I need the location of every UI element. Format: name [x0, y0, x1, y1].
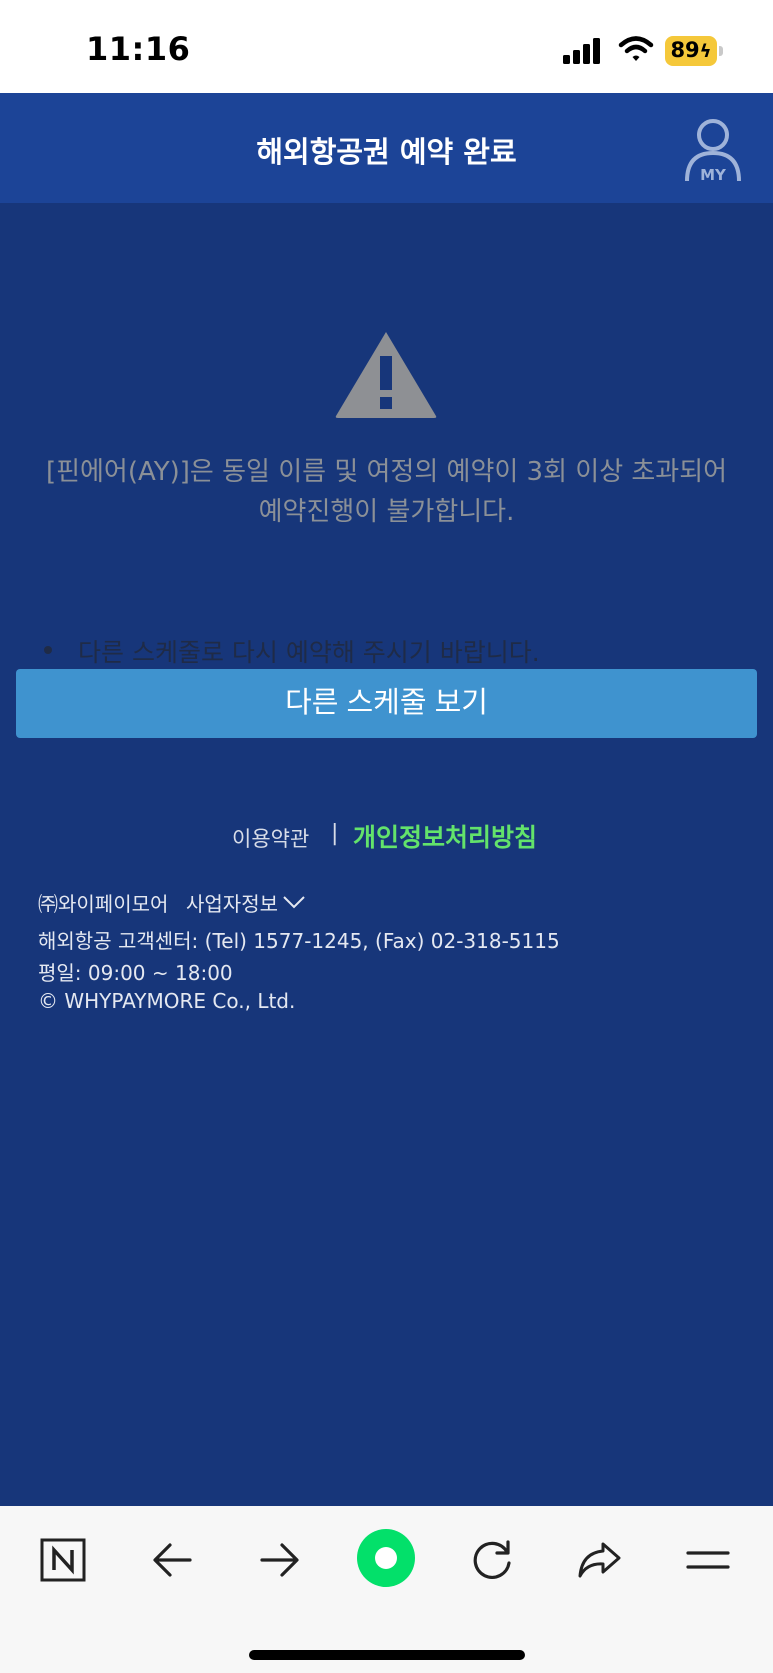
share-icon[interactable] — [575, 1536, 623, 1584]
business-hours: 평일: 09:00 ~ 18:00 — [38, 961, 233, 985]
my-label: MY — [700, 166, 727, 184]
terms-link[interactable]: 이용약관 — [232, 823, 309, 853]
battery-percent: 89 — [670, 38, 700, 62]
browser-toolbar — [0, 1506, 773, 1673]
cellular-signal-icon — [563, 38, 600, 64]
warning-icon — [335, 332, 437, 418]
error-message: [핀에어(AY)]은 동일 이름 및 여정의 예약이 3회 이상 초과되어 예약… — [45, 457, 728, 527]
privacy-policy-link[interactable]: 개인정보처리방침 — [353, 818, 537, 854]
hint-row: 다른 스케줄로 다시 예약해 주시기 바랍니다. — [42, 630, 732, 670]
charging-bolt-icon: ϟ — [699, 41, 712, 62]
page-header: 해외항공권 예약 완료 MY — [0, 93, 773, 203]
customer-center-contact: 해외항공 고객센터: (Tel) 1577-1245, (Fax) 02-318… — [38, 929, 560, 953]
wifi-icon — [618, 36, 654, 61]
business-info-toggle[interactable]: 사업자정보 — [186, 888, 278, 917]
status-bar: 11:16 89ϟ — [0, 0, 773, 93]
bullet-icon — [44, 646, 52, 654]
menu-icon[interactable] — [684, 1536, 732, 1584]
battery-indicator: 89ϟ — [665, 36, 723, 66]
back-arrow-icon[interactable] — [148, 1536, 196, 1584]
status-time: 11:16 — [86, 30, 191, 68]
page-title: 해외항공권 예약 완료 — [256, 135, 517, 169]
forward-arrow-icon[interactable] — [256, 1536, 304, 1584]
chevron-down-icon[interactable] — [282, 894, 306, 910]
company-row: ㈜와이페이모어 사업자정보 — [38, 888, 338, 920]
green-dot-icon[interactable] — [356, 1528, 416, 1588]
battery-cap — [719, 46, 723, 56]
hint-text: 다른 스케줄로 다시 예약해 주시기 바랍니다. — [78, 638, 540, 667]
my-account-icon[interactable]: MY — [682, 113, 744, 185]
naver-home-icon[interactable] — [39, 1536, 87, 1584]
home-indicator — [249, 1650, 525, 1660]
footer-divider: | — [331, 821, 339, 846]
company-name: ㈜와이페이모어 — [38, 892, 169, 916]
battery-level: 89ϟ — [665, 38, 717, 62]
refresh-icon[interactable] — [468, 1536, 516, 1584]
view-other-schedules-button[interactable]: 다른 스케줄 보기 — [16, 669, 757, 738]
footer-links: 이용약관 | 개인정보처리방침 — [0, 815, 773, 855]
copyright: © WHYPAYMORE Co., Ltd. — [38, 989, 296, 1013]
